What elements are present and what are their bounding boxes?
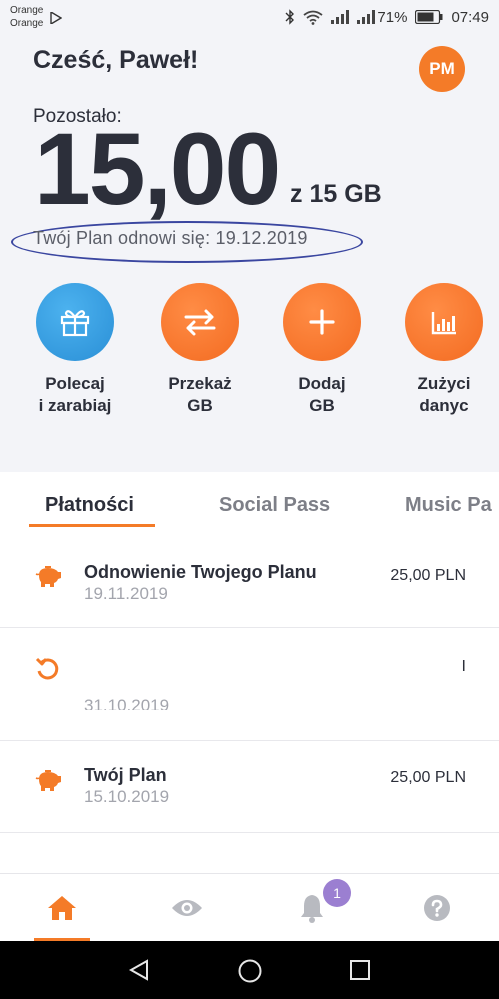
back-icon[interactable] <box>127 958 151 982</box>
history-tabs: Płatności Social Pass Music Pa <box>0 472 499 532</box>
active-tab-indicator <box>29 524 155 527</box>
action-add-gb[interactable]: Dodaj GB <box>267 283 377 417</box>
tab-payments[interactable]: Płatności <box>45 494 134 517</box>
transaction-amount: I <box>461 658 466 675</box>
plus-icon <box>309 309 335 335</box>
action-circle[interactable] <box>161 283 239 361</box>
bottom-navigation: 1 <box>0 873 499 942</box>
home-button-icon[interactable] <box>237 958 263 984</box>
transaction-date: 19.11.2019 <box>84 584 168 603</box>
transaction-date: 15.10.2019 <box>84 787 170 806</box>
help-icon <box>424 895 450 921</box>
tab-social-pass[interactable]: Social Pass <box>219 494 330 517</box>
transfer-icon <box>184 309 216 336</box>
home-icon <box>48 896 76 920</box>
clock: 07:49 <box>451 8 489 26</box>
signal-icon <box>331 10 350 24</box>
transaction-title: Twój Plan <box>84 765 167 785</box>
carrier-name-secondary: Orange <box>10 18 44 29</box>
action-label-line2: danyc <box>419 396 469 415</box>
action-label-line1: Zużyci <box>417 374 471 393</box>
list-item[interactable]: Odnowienie Twojego Planu 19.11.2019 25,0… <box>0 532 499 628</box>
action-circle[interactable] <box>283 283 361 361</box>
quick-actions: Polecaj i zarabiaj Przekaż GB Dodaj GB Z… <box>0 283 499 433</box>
transaction-amount: 25,00 PLN <box>390 769 466 786</box>
action-label-line2: GB <box>309 396 335 415</box>
transaction-date: 31.10.2019 <box>84 696 170 710</box>
piggy-bank-icon <box>35 566 61 587</box>
nav-help[interactable] <box>375 874 499 942</box>
notification-badge: 1 <box>323 879 351 907</box>
transaction-amount: 25,00 PLN <box>390 567 466 584</box>
battery-percent: 71% <box>377 8 408 26</box>
plan-renewal-text: Twój Plan odnowi się: 19.12.2019 <box>33 228 308 248</box>
carrier-name: Orange <box>10 5 44 16</box>
nav-home[interactable] <box>0 874 124 942</box>
nav-overview[interactable] <box>125 874 249 942</box>
bluetooth-icon <box>285 9 295 25</box>
remaining-data-unit: z 15 GB <box>290 180 382 208</box>
gift-icon <box>60 310 90 337</box>
nav-notifications[interactable] <box>250 874 374 942</box>
data-balance-panel: Cześć, Paweł! PM Pozostało: 15,00 z 15 G… <box>0 34 499 472</box>
piggy-bank-icon <box>35 770 61 791</box>
bell-icon <box>301 895 323 923</box>
eye-icon <box>172 900 202 916</box>
battery-icon <box>415 10 443 24</box>
list-item[interactable]: Twój Plan 15.10.2019 25,00 PLN <box>0 741 499 833</box>
action-label-line1: Przekaż <box>168 374 232 393</box>
greeting-title: Cześć, Paweł! <box>33 46 199 74</box>
list-item[interactable]: 31.10.2019 I <box>0 628 499 741</box>
signal-icon <box>357 10 376 24</box>
tab-music-pass[interactable]: Music Pa <box>405 494 492 517</box>
avatar[interactable]: PM <box>419 46 465 92</box>
transaction-title: Odnowienie Twojego Planu <box>84 562 317 582</box>
action-label-line2: i zarabiaj <box>38 396 112 415</box>
play-store-icon <box>50 12 62 24</box>
action-circle[interactable] <box>405 283 483 361</box>
action-data-usage[interactable]: Zużyci danyc <box>389 283 499 417</box>
bar-chart-icon <box>431 312 456 335</box>
action-transfer-gb[interactable]: Przekaż GB <box>145 283 255 417</box>
action-circle[interactable] <box>36 283 114 361</box>
remaining-data-value: 15,00 <box>34 112 281 226</box>
refund-icon <box>35 657 59 680</box>
action-refer-and-earn[interactable]: Polecaj i zarabiaj <box>20 283 130 417</box>
system-navigation-bar <box>0 941 499 999</box>
action-label-line1: Dodaj <box>298 374 346 393</box>
status-bar: Orange Orange 71% 07:49 <box>0 0 499 34</box>
recents-icon[interactable] <box>349 959 371 981</box>
action-label-line2: GB <box>187 396 213 415</box>
wifi-icon <box>303 10 323 25</box>
action-label-line1: Polecaj <box>45 374 105 393</box>
